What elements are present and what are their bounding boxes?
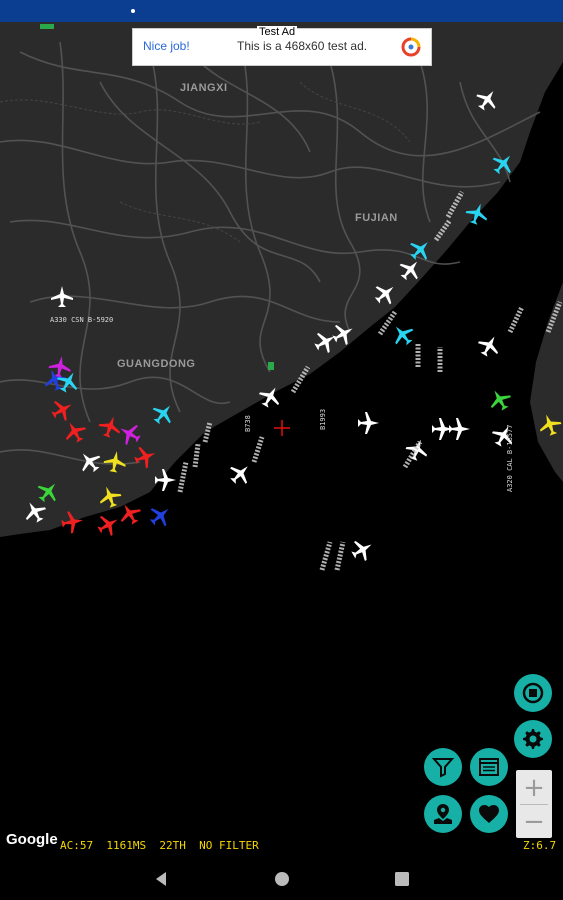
ad-label: Test Ad bbox=[257, 26, 298, 39]
ground-marker bbox=[268, 362, 274, 370]
admob-icon bbox=[401, 37, 421, 57]
zoom-out-button[interactable]: − bbox=[516, 805, 552, 838]
notification-dot bbox=[131, 9, 135, 13]
map-center-crosshair bbox=[274, 420, 290, 436]
status-bar bbox=[0, 0, 563, 22]
filter-button[interactable] bbox=[424, 748, 462, 786]
aircraft-icon bbox=[490, 390, 512, 411]
region-label-guangdong: GUANGDONG bbox=[117, 358, 196, 370]
ad-body: This is a 468x60 test ad. bbox=[237, 39, 368, 53]
list-window-icon bbox=[479, 758, 499, 776]
latency: 1161MS bbox=[106, 839, 147, 852]
map-location-button[interactable] bbox=[424, 795, 462, 833]
filter-icon bbox=[431, 758, 455, 778]
back-icon[interactable] bbox=[152, 870, 170, 888]
map-pin-icon bbox=[434, 804, 452, 824]
aircraft-icon bbox=[477, 336, 499, 357]
flight-label: B1993 bbox=[319, 409, 327, 430]
region-label-jiangxi: JIANGXI bbox=[180, 82, 228, 94]
zoom-control: + − bbox=[516, 770, 552, 838]
flight-label: B738 bbox=[244, 415, 252, 432]
list-window-button[interactable] bbox=[470, 748, 508, 786]
system-nav-bar bbox=[0, 858, 563, 900]
aircraft-icon bbox=[395, 326, 414, 346]
aircraft-icon bbox=[351, 540, 372, 562]
zoom-in-button[interactable]: + bbox=[516, 771, 552, 804]
heart-icon bbox=[479, 805, 499, 823]
google-attribution: Google bbox=[6, 831, 58, 848]
record-icon bbox=[522, 682, 544, 704]
flight-label: A320 CAL B-18577 bbox=[506, 425, 514, 492]
aircraft-icon bbox=[449, 418, 470, 440]
home-icon[interactable] bbox=[273, 870, 291, 888]
flight-map[interactable]: A330 CSN B-5920 B738 B1993 A320 CAL B-18… bbox=[0, 22, 563, 862]
aircraft-icon bbox=[358, 412, 379, 434]
ground-marker bbox=[40, 24, 54, 29]
recents-icon[interactable] bbox=[393, 870, 411, 888]
app-screen: A330 CSN B-5920 B738 B1993 A320 CAL B-18… bbox=[0, 0, 563, 900]
ad-headline: Nice job! bbox=[143, 39, 190, 53]
thread-count: 22TH bbox=[159, 839, 186, 852]
settings-button[interactable] bbox=[514, 720, 552, 758]
status-readout: AC:57 1161MS 22TH NO FILTER bbox=[60, 839, 259, 852]
record-button[interactable] bbox=[514, 674, 552, 712]
aircraft-count: AC:57 bbox=[60, 839, 94, 852]
aircraft-icon bbox=[97, 515, 118, 537]
land-mass bbox=[0, 22, 563, 537]
gear-icon bbox=[523, 729, 543, 749]
flight-label: A330 CSN B-5920 bbox=[50, 316, 113, 324]
favorites-button[interactable] bbox=[470, 795, 508, 833]
aircraft-icon bbox=[149, 508, 169, 527]
region-label-fujian: FUJIAN bbox=[355, 212, 398, 224]
zoom-readout: Z:6.7 bbox=[523, 839, 557, 852]
filter-status[interactable]: NO FILTER bbox=[199, 839, 259, 852]
aircraft-icon bbox=[230, 466, 248, 484]
